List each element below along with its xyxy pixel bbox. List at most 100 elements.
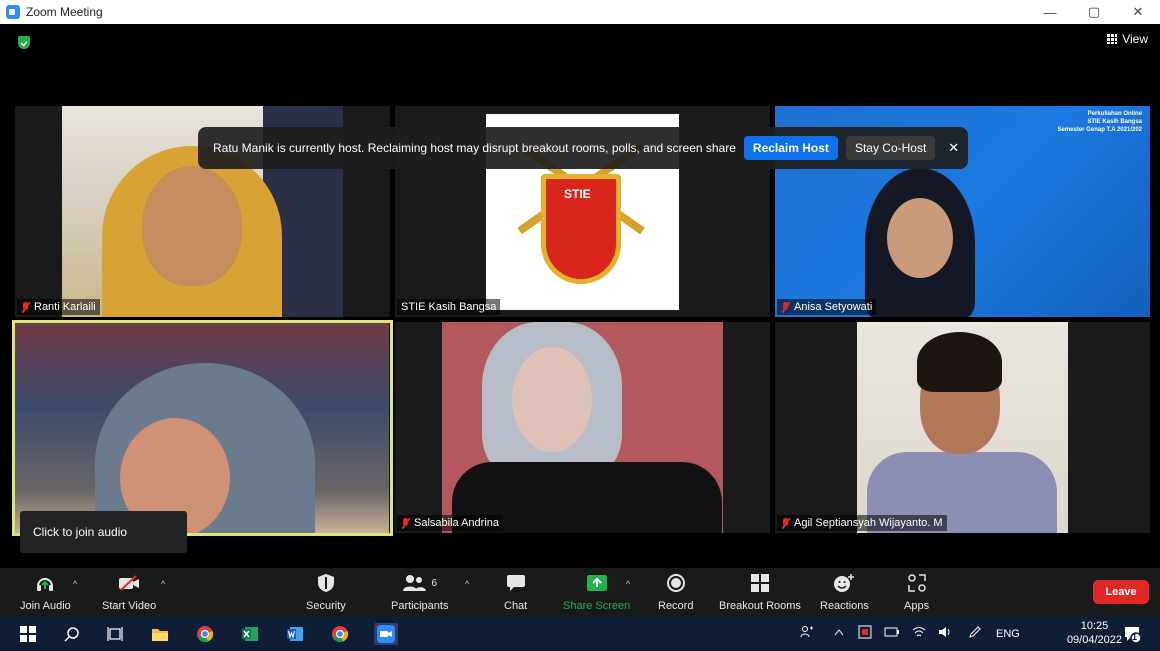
join-audio-tooltip: Click to join audio <box>20 511 187 553</box>
chat-bubble-icon <box>506 572 526 594</box>
wifi-icon[interactable] <box>912 626 926 641</box>
participants-label: Participants <box>391 600 449 612</box>
participant-name: STIE Kasih Bangsa <box>401 301 497 313</box>
clock-time: 10:25 <box>1080 620 1109 632</box>
zoom-taskbar-icon[interactable] <box>374 623 398 645</box>
participant-video <box>442 322 723 533</box>
security-shield-icon[interactable] <box>18 36 30 49</box>
chrome-icon[interactable] <box>330 624 350 644</box>
video-tile[interactable]: Salsabila Andrina <box>395 322 770 533</box>
window-controls: — ▢ ✕ <box>1028 0 1160 24</box>
reactions-label: Reactions <box>820 600 869 612</box>
video-off-icon <box>117 572 141 594</box>
participant-video <box>15 323 389 533</box>
language-indicator[interactable]: ENG <box>996 628 1020 640</box>
apps-button[interactable]: Apps <box>904 572 929 612</box>
meeting-area: View Ranti Karlaili STIE Kasih Bangsa Pe… <box>0 24 1160 568</box>
pen-icon[interactable] <box>968 625 982 642</box>
clock-date: 09/04/2022 <box>1066 634 1122 646</box>
start-video-button[interactable]: Start Video <box>102 572 156 612</box>
breakout-rooms-button[interactable]: Breakout Rooms <box>719 572 801 612</box>
search-icon[interactable] <box>62 624 82 644</box>
video-options-chevron-icon[interactable]: ^ <box>161 579 165 589</box>
share-screen-button[interactable]: Share Screen <box>563 572 630 612</box>
volume-icon[interactable] <box>938 626 952 641</box>
stay-co-host-button[interactable]: Stay Co-Host <box>845 136 936 160</box>
join-audio-button[interactable]: Join Audio <box>20 572 71 612</box>
slide-banner: Perkuliahan Online STIE Kasih Bangsa Sem… <box>1057 111 1143 133</box>
chat-button[interactable]: Chat <box>504 572 527 612</box>
shield-icon <box>317 572 335 594</box>
chat-label: Chat <box>504 600 528 612</box>
host-notification-message: Ratu Manik is currently host. Reclaiming… <box>213 141 736 155</box>
muted-mic-icon <box>21 301 30 313</box>
people-icon[interactable] <box>800 625 814 642</box>
share-screen-label: Share Screen <box>563 600 631 612</box>
participant-name: Salsabila Andrina <box>414 517 500 529</box>
clock[interactable]: 10:25 09/04/2022 <box>1067 619 1122 647</box>
breakout-rooms-icon <box>750 572 770 594</box>
start-video-label: Start Video <box>102 600 157 612</box>
windows-start-icon[interactable] <box>18 624 38 644</box>
reactions-button[interactable]: Reactions <box>820 572 869 612</box>
host-notification-banner: Ratu Manik is currently host. Reclaiming… <box>198 127 968 169</box>
minimize-button[interactable]: — <box>1028 0 1072 24</box>
record-button[interactable]: Record <box>658 572 693 612</box>
share-options-chevron-icon[interactable]: ^ <box>626 579 630 589</box>
participants-icon: 6 <box>402 572 437 594</box>
record-label: Record <box>658 600 694 612</box>
participant-nametag: Salsabila Andrina <box>397 515 504 531</box>
participants-button[interactable]: 6 Participants <box>391 572 448 612</box>
notification-icon[interactable]: 1 <box>1122 624 1142 644</box>
notification-count: 1 <box>1132 632 1138 642</box>
participants-count: 6 <box>431 577 438 589</box>
view-label: View <box>1122 32 1148 46</box>
chrome-icon[interactable] <box>195 624 215 644</box>
window-title: Zoom Meeting <box>26 5 103 19</box>
excel-icon[interactable] <box>240 624 260 644</box>
participant-name: Anisa Setyowati <box>794 301 873 313</box>
apps-icon <box>907 572 927 594</box>
restore-button[interactable]: ▢ <box>1072 0 1116 24</box>
muted-mic-icon <box>401 517 410 529</box>
file-explorer-icon[interactable] <box>150 624 170 644</box>
word-icon[interactable] <box>285 624 305 644</box>
share-screen-icon <box>586 572 608 594</box>
reclaim-host-button[interactable]: Reclaim Host <box>743 136 838 160</box>
security-label: Security <box>306 600 346 612</box>
join-audio-label: Join Audio <box>20 600 71 612</box>
participant-nametag: STIE Kasih Bangsa <box>397 299 501 315</box>
security-button[interactable]: Security <box>306 572 346 612</box>
record-icon <box>666 572 686 594</box>
video-tile[interactable]: Agil Septiansyah Wijayanto. M <box>775 322 1150 533</box>
title-bar: Zoom Meeting — ▢ ✕ <box>0 0 1160 24</box>
audio-options-chevron-icon[interactable]: ^ <box>73 579 77 589</box>
participant-nametag: Ranti Karlaili <box>17 299 100 315</box>
headphones-icon <box>35 572 55 594</box>
muted-mic-icon <box>781 301 790 313</box>
meeting-controls-bar: Join Audio ^ Start Video ^ Security 6 Pa… <box>0 568 1160 616</box>
close-icon[interactable]: ✕ <box>948 140 959 156</box>
participant-name: Ranti Karlaili <box>34 301 96 313</box>
participant-video <box>857 322 1068 533</box>
view-button[interactable]: View <box>1107 32 1148 46</box>
windows-taskbar: ENG 10:25 09/04/2022 1 <box>0 616 1160 651</box>
battery-icon[interactable] <box>884 626 900 641</box>
tray-app-icon[interactable] <box>858 625 872 642</box>
participants-options-chevron-icon[interactable]: ^ <box>465 579 469 589</box>
leave-button[interactable]: Leave <box>1093 580 1149 604</box>
participant-nametag: Anisa Setyowati <box>777 299 877 315</box>
chevron-up-icon[interactable] <box>834 628 844 639</box>
participant-name: Agil Septiansyah Wijayanto. M <box>794 517 943 529</box>
apps-label: Apps <box>904 600 930 612</box>
close-window-button[interactable]: ✕ <box>1116 0 1160 24</box>
muted-mic-icon <box>781 517 790 529</box>
breakout-rooms-label: Breakout Rooms <box>719 600 801 612</box>
participant-nametag: Agil Septiansyah Wijayanto. M <box>777 515 947 531</box>
zoom-app-icon <box>6 5 20 19</box>
active-speaker-tile[interactable] <box>12 320 393 536</box>
smiley-plus-icon <box>833 572 855 594</box>
system-tray: ENG <box>800 616 1020 651</box>
task-view-icon[interactable] <box>105 624 125 644</box>
grid-icon <box>1107 34 1118 44</box>
